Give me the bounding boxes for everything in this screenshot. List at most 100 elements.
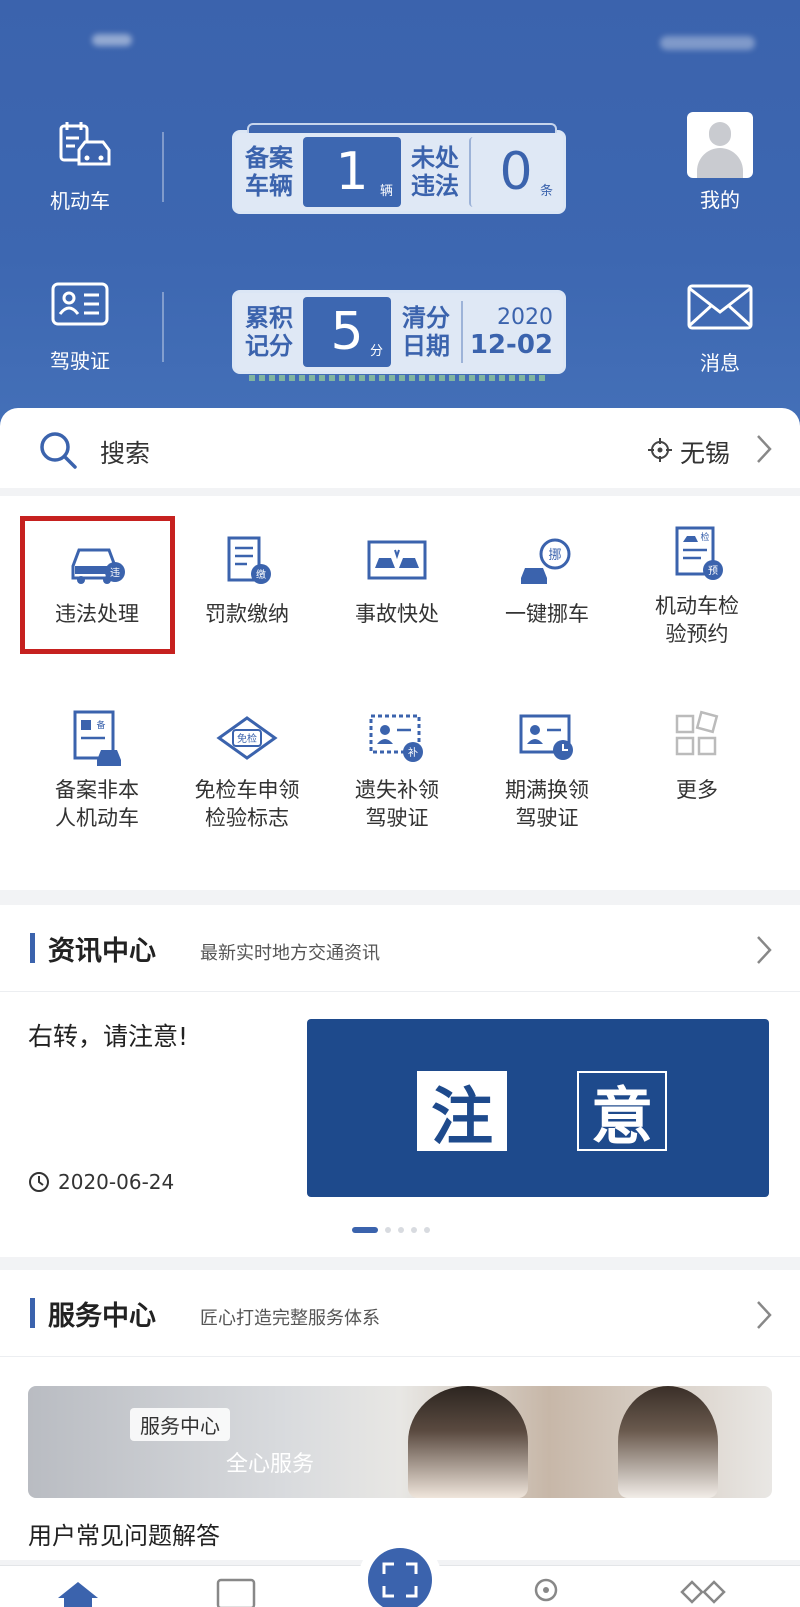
profile-button[interactable]: 我的 [670, 112, 770, 213]
registered-vehicles-unit: 辆 [379, 184, 393, 199]
move-car-icon: 挪 [521, 538, 571, 584]
status-bar-left-blur [92, 34, 132, 46]
service-renew-license[interactable]: 期满换领 驾驶证 [472, 708, 622, 832]
banner-char: 意 [577, 1071, 667, 1153]
news-section-subtitle: 最新实时地方交通资讯 [200, 943, 380, 964]
divider [0, 991, 800, 992]
pending-violations-count: 0 [499, 142, 533, 202]
service-label-line2: 驾驶证 [515, 806, 579, 830]
license-button[interactable]: 驾驶证 [30, 280, 130, 374]
city-selector[interactable]: 无锡 [680, 434, 730, 470]
status-bar-right-blur [660, 36, 755, 50]
reissue-license-icon: 补 [369, 714, 423, 762]
service-more[interactable]: 更多 [622, 708, 772, 804]
service-register-vehicle[interactable]: 备 备案非本 人机动车 [22, 708, 172, 832]
message-button[interactable]: 消息 [670, 282, 770, 376]
svg-text:挪: 挪 [548, 548, 561, 563]
pending-violations-label: 未处违法 [411, 144, 459, 200]
faq-link[interactable]: 用户常见问题解答 [28, 1516, 220, 1551]
news-date: 2020-06-24 [58, 1170, 175, 1194]
chevron-right-icon[interactable] [756, 1300, 772, 1330]
svg-text:预: 预 [708, 565, 718, 577]
card-tab-icon[interactable] [216, 1578, 256, 1607]
svg-text:免检: 免检 [237, 732, 257, 745]
envelope-icon [687, 284, 753, 330]
news-section-title: 资讯中心 [30, 929, 156, 968]
service-label-line1: 期满换领 [505, 778, 589, 802]
registered-vehicles-value: 1 辆 [303, 137, 401, 207]
news-section: 资讯中心 最新实时地方交通资讯 右转，请注意! 2020-06-24 注 意 [0, 905, 800, 1257]
carousel-dot[interactable] [398, 1227, 404, 1233]
location-tab-icon[interactable] [530, 1576, 562, 1607]
service-label: 一键挪车 [505, 602, 589, 626]
accident-icon [367, 540, 427, 580]
service-label-line1: 遗失补领 [355, 778, 439, 802]
service-fine-payment[interactable]: 缴 罚款缴纳 [172, 532, 322, 628]
carousel-dot[interactable] [385, 1227, 391, 1233]
service-move-car[interactable]: 挪 一键挪车 [472, 532, 622, 628]
service-label: 更多 [676, 778, 718, 802]
registered-vehicles-count: 1 [335, 142, 369, 202]
header-panel: 机动车 驾驶证 我的 消息 备案车辆 1 辆 未处违法 0 条 累积记分 5 分… [0, 0, 800, 430]
points-summary-plate[interactable]: 累积记分 5 分 清分日期 2020 12-02 [232, 290, 566, 381]
license-icon [51, 282, 109, 326]
news-headline[interactable]: 右转，请注意! [28, 1017, 188, 1053]
scan-button-core [368, 1548, 432, 1607]
service-exempt-sticker[interactable]: 免检 免检车申领 检验标志 [172, 708, 322, 832]
search-input[interactable]: 搜索 [100, 434, 150, 470]
banner-char: 注 [417, 1071, 507, 1153]
carousel-dots [352, 1227, 430, 1233]
clear-date-value: 2020 12-02 [461, 301, 563, 363]
service-label-line1: 备案非本 [55, 778, 139, 802]
service-reissue-license[interactable]: 补 遗失补领 驾驶证 [322, 708, 472, 832]
carousel-dot[interactable] [411, 1227, 417, 1233]
service-label: 违法处理 [55, 602, 139, 626]
carousel-dot[interactable] [424, 1227, 430, 1233]
register-vehicle-icon: 备 [73, 710, 121, 766]
service-label: 罚款缴纳 [205, 602, 289, 626]
vehicle-summary-plate[interactable]: 备案车辆 1 辆 未处违法 0 条 [232, 123, 566, 214]
vehicle-button[interactable]: 机动车 [30, 120, 130, 214]
service-center-subtitle: 匠心打造完整服务体系 [200, 1308, 380, 1329]
service-center-title: 服务中心 [30, 1294, 156, 1333]
carousel-dot-active[interactable] [352, 1227, 378, 1233]
service-inspection-booking[interactable]: 检 预 机动车检 验预约 [622, 524, 772, 648]
pending-violations-value: 0 条 [469, 137, 561, 207]
svg-text:违: 违 [110, 567, 120, 579]
car-violation-icon: 违 [71, 548, 125, 584]
clear-date-label: 清分日期 [402, 304, 450, 360]
points-value: 5 分 [303, 297, 391, 367]
header-divider [162, 292, 164, 362]
service-accident-quick[interactable]: 事故快处 [322, 532, 472, 628]
agent-photo [408, 1386, 528, 1498]
more-grid-icon [675, 710, 719, 756]
scan-icon [382, 1562, 418, 1598]
service-center-section: 服务中心 匠心打造完整服务体系 服务中心 全心服务 用户常见问题解答 [0, 1270, 800, 1560]
plate-bottom-strip [249, 375, 549, 381]
search-bar[interactable]: 搜索 无锡 [0, 408, 800, 488]
chevron-right-icon[interactable] [756, 935, 772, 965]
vehicle-label: 机动车 [50, 189, 110, 213]
points-count: 5 [330, 302, 364, 362]
service-violation-handling[interactable]: 违 违法处理 [22, 532, 172, 628]
home-icon[interactable] [56, 1580, 100, 1607]
fine-payment-icon: 缴 [227, 536, 271, 584]
header-divider [162, 132, 164, 202]
search-icon [40, 432, 77, 469]
service-center-badge: 服务中心 [130, 1408, 230, 1441]
service-label-line2: 人机动车 [55, 806, 139, 830]
news-banner-image[interactable]: 注 意 [307, 1019, 769, 1197]
clear-date-year: 2020 [497, 304, 553, 330]
svg-text:备: 备 [96, 719, 105, 731]
service-label-line2: 检验标志 [205, 806, 289, 830]
clock-icon [29, 1172, 49, 1192]
exempt-sticker-icon: 免检 [216, 716, 278, 760]
svg-text:检: 检 [700, 531, 709, 543]
renew-license-icon [519, 714, 573, 760]
service-label-line1: 免检车申领 [194, 778, 300, 802]
service-center-banner[interactable]: 服务中心 全心服务 [28, 1386, 772, 1498]
registered-vehicles-label: 备案车辆 [245, 144, 293, 200]
more-tab-icon[interactable] [678, 1578, 728, 1607]
avatar [687, 112, 753, 178]
service-label-line2: 驾驶证 [365, 806, 429, 830]
